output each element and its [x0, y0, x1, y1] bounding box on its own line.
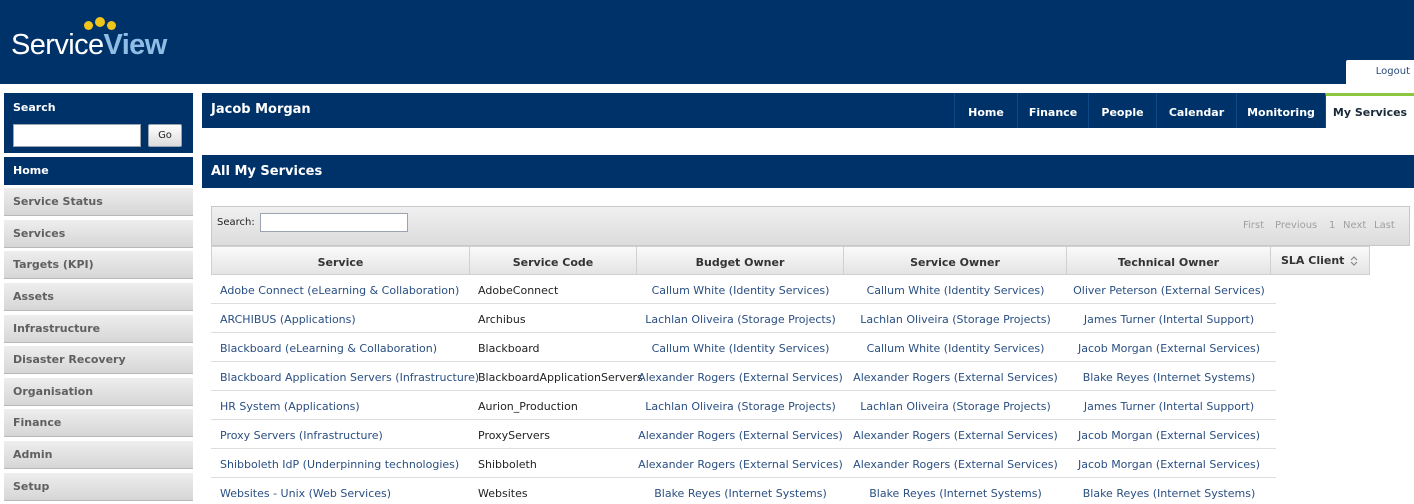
cell-service-owner[interactable]: Blake Reyes (Internet Systems): [844, 487, 1067, 500]
serviceview-logo[interactable]: ServiceView: [11, 17, 191, 68]
cell-budget-owner[interactable]: Blake Reyes (Internet Systems): [637, 487, 844, 500]
tab-monitoring[interactable]: Monitoring: [1236, 93, 1325, 128]
pager-last[interactable]: Last: [1374, 220, 1395, 231]
tab-my-services[interactable]: My Services: [1325, 93, 1414, 128]
sidebar-item-admin[interactable]: Admin: [4, 441, 193, 469]
top-header: ServiceView: [0, 0, 1414, 84]
table-row: Blackboard Application Servers (Infrastr…: [211, 362, 1276, 391]
tab-finance[interactable]: Finance: [1017, 93, 1088, 128]
table-toolbar: Search: First Previous 1 Next Last: [211, 206, 1410, 246]
cell-service[interactable]: Proxy Servers (Infrastructure): [220, 429, 383, 442]
user-name: Jacob Morgan: [211, 102, 311, 117]
cell-budget-owner[interactable]: Callum White (Identity Services): [637, 342, 844, 355]
pager-first[interactable]: First: [1243, 220, 1264, 231]
sidebar-item-organisation[interactable]: Organisation: [4, 378, 193, 406]
sort-icon: [1350, 256, 1358, 266]
column-header-service-code[interactable]: Service Code: [470, 246, 637, 275]
section-header: All My Services: [202, 155, 1414, 188]
table-row: Proxy Servers (Infrastructure) ProxyServe…: [211, 420, 1276, 449]
logo-text-view: View: [103, 29, 168, 61]
column-header-service[interactable]: Service: [211, 246, 470, 275]
cell-budget-owner[interactable]: Alexander Rogers (External Services): [637, 458, 844, 471]
sidebar-item-service-status[interactable]: Service Status: [4, 188, 193, 216]
pager-page-1[interactable]: 1: [1329, 220, 1335, 231]
cell-budget-owner[interactable]: Alexander Rogers (External Services): [637, 429, 844, 442]
tab-home[interactable]: Home: [954, 93, 1017, 128]
table-row: Websites - Unix (Web Services) Websites Bl…: [211, 478, 1276, 504]
cell-service-code: ProxyServers: [478, 429, 550, 442]
cell-service-code: Aurion_Production: [478, 400, 578, 413]
sidebar-item-finance[interactable]: Finance: [4, 409, 193, 437]
cell-service-owner[interactable]: Lachlan Oliveira (Storage Projects): [844, 313, 1067, 326]
table-row: Adobe Connect (eLearning & Collaboration…: [211, 275, 1276, 304]
cell-service-owner[interactable]: Callum White (Identity Services): [844, 342, 1067, 355]
cell-technical-owner[interactable]: Oliver Peterson (External Services): [1067, 284, 1271, 297]
tab-calendar[interactable]: Calendar: [1156, 93, 1236, 128]
sidebar-search-panel: Search Go: [4, 93, 193, 153]
cell-service[interactable]: ARCHIBUS (Applications): [220, 313, 356, 326]
sidebar-item-targets[interactable]: Targets (KPI): [4, 251, 193, 279]
tab-people[interactable]: People: [1088, 93, 1156, 128]
cell-budget-owner[interactable]: Lachlan Oliveira (Storage Projects): [637, 313, 844, 326]
sidebar-item-services[interactable]: Services: [4, 220, 193, 248]
sidebar-search-input[interactable]: [13, 124, 141, 147]
cell-technical-owner[interactable]: Jacob Morgan (External Services): [1067, 342, 1271, 355]
column-header-sla-client[interactable]: SLA Client: [1271, 246, 1370, 275]
cell-service-owner[interactable]: Lachlan Oliveira (Storage Projects): [844, 400, 1067, 413]
logout-tab: Logout: [1346, 60, 1414, 84]
sidebar-item-home[interactable]: Home: [4, 157, 193, 185]
cell-technical-owner[interactable]: James Turner (Intertal Support): [1067, 400, 1271, 413]
table-row: HR System (Applications) Aurion_Productio…: [211, 391, 1276, 420]
cell-service-code: Blackboard: [478, 342, 540, 355]
cell-service-owner[interactable]: Alexander Rogers (External Services): [844, 458, 1067, 471]
cell-service-owner[interactable]: Callum White (Identity Services): [844, 284, 1067, 297]
cell-service[interactable]: Websites - Unix (Web Services): [220, 487, 391, 500]
cell-service-code: Websites: [478, 487, 528, 500]
cell-technical-owner[interactable]: James Turner (Intertal Support): [1067, 313, 1271, 326]
cell-service-code: AdobeConnect: [478, 284, 559, 297]
cell-service-code: Shibboleth: [478, 458, 537, 471]
table-search-label: Search:: [217, 217, 255, 228]
cell-service[interactable]: Blackboard Application Servers (Infrastr…: [220, 371, 479, 384]
logout-link[interactable]: Logout: [1376, 66, 1410, 77]
cell-technical-owner[interactable]: Jacob Morgan (External Services): [1067, 458, 1271, 471]
cell-technical-owner[interactable]: Jacob Morgan (External Services): [1067, 429, 1271, 442]
sidebar-search-title: Search: [13, 101, 56, 114]
sidebar-item-infrastructure[interactable]: Infrastructure: [4, 315, 193, 343]
column-header-service-owner[interactable]: Service Owner: [844, 246, 1067, 275]
pager-previous[interactable]: Previous: [1275, 220, 1317, 231]
logo-text-service: Service: [11, 29, 104, 61]
column-header-budget-owner[interactable]: Budget Owner: [637, 246, 844, 275]
sidebar-item-assets[interactable]: Assets: [4, 283, 193, 311]
cell-technical-owner[interactable]: Blake Reyes (Internet Systems): [1067, 371, 1271, 384]
sidebar-item-disaster-recovery[interactable]: Disaster Recovery: [4, 346, 193, 374]
cell-service[interactable]: Shibboleth IdP (Underpinning technologie…: [220, 458, 459, 471]
table-row: ARCHIBUS (Applications) Archibus Lachlan O…: [211, 304, 1276, 333]
sidebar-item-setup[interactable]: Setup: [4, 473, 193, 501]
user-bar: Jacob Morgan Home Finance People Calenda…: [202, 93, 1414, 128]
cell-budget-owner[interactable]: Lachlan Oliveira (Storage Projects): [637, 400, 844, 413]
cell-service[interactable]: HR System (Applications): [220, 400, 360, 413]
cell-budget-owner[interactable]: Callum White (Identity Services): [637, 284, 844, 297]
section-title: All My Services: [211, 164, 323, 179]
table-row: Blackboard (eLearning & Collaboration) Bl…: [211, 333, 1276, 362]
column-header-technical-owner[interactable]: Technical Owner: [1067, 246, 1271, 275]
table-search-input[interactable]: [260, 213, 408, 232]
cell-service-owner[interactable]: Alexander Rogers (External Services): [844, 371, 1067, 384]
sla-client-label: SLA Client: [1281, 254, 1345, 267]
cell-service[interactable]: Blackboard (eLearning & Collaboration): [220, 342, 437, 355]
table-row: Shibboleth IdP (Underpinning technologie…: [211, 449, 1276, 478]
cell-service-code: BlackboardApplicationServers: [478, 371, 643, 384]
cell-budget-owner[interactable]: Alexander Rogers (External Services): [637, 371, 844, 384]
pager-next[interactable]: Next: [1343, 220, 1366, 231]
cell-technical-owner[interactable]: Blake Reyes (Internet Systems): [1067, 487, 1271, 500]
cell-service-code: Archibus: [478, 313, 526, 326]
cell-service-owner[interactable]: Alexander Rogers (External Services): [844, 429, 1067, 442]
go-button[interactable]: Go: [148, 124, 182, 147]
logo-dot: [95, 17, 105, 27]
cell-service[interactable]: Adobe Connect (eLearning & Collaboration…: [220, 284, 459, 297]
table-header: Service Service Code Budget Owner Servic…: [211, 246, 1370, 275]
